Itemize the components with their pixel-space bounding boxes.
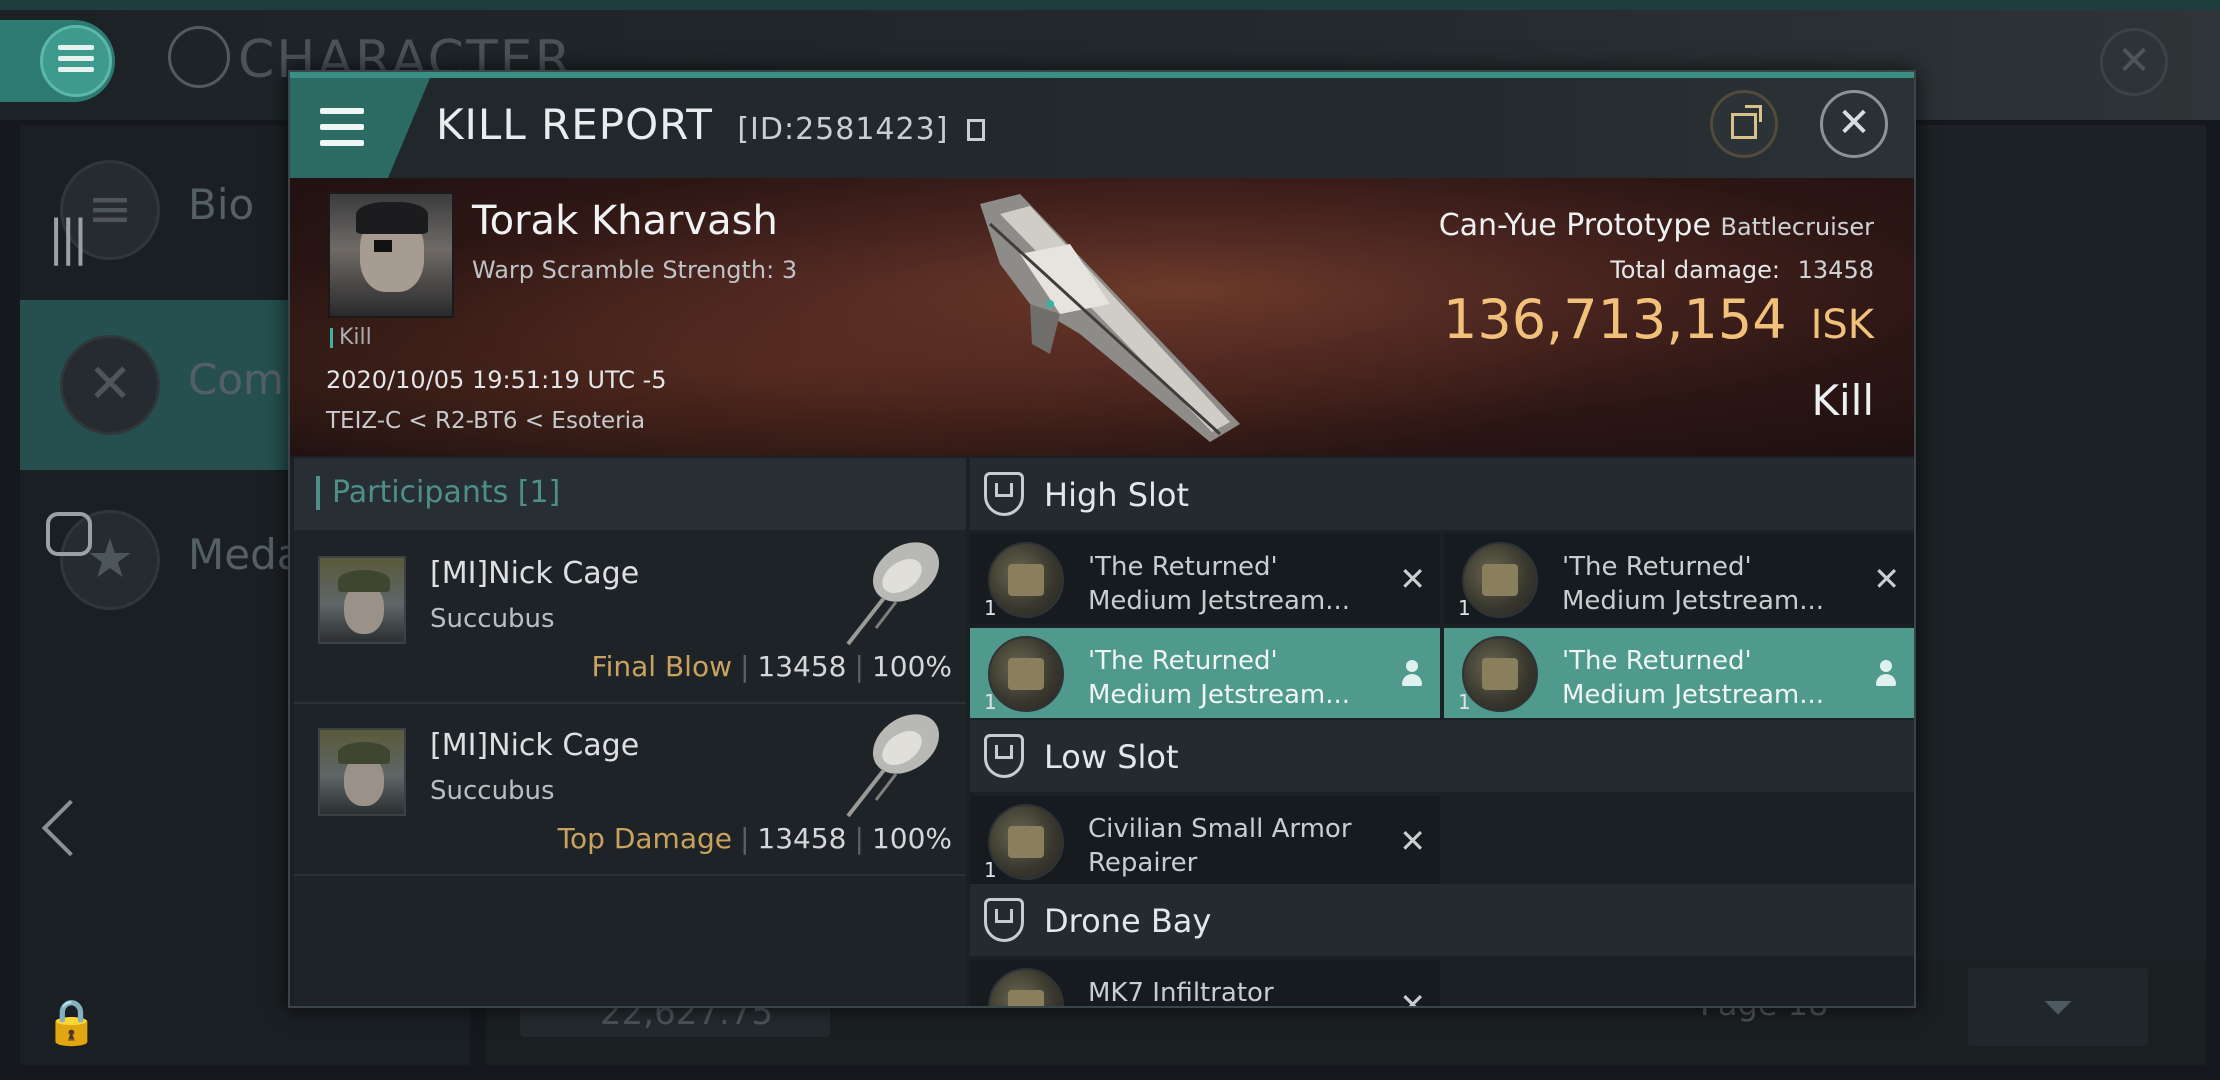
participant-percent: 100% — [871, 822, 952, 855]
warp-scramble-strength: Warp Scramble Strength: 3 — [472, 256, 798, 284]
filter-button[interactable]: ⏷ — [1968, 968, 2148, 1046]
menu-icon — [58, 45, 94, 78]
participants-title: Participants [1] — [316, 476, 560, 510]
kill-report-title: KILL REPORT [ID:2581423] — [436, 100, 985, 149]
fittings-panel: High Slot 1 'The Returned' Medium Jetstre… — [970, 458, 1914, 1008]
low-slot-header: Low Slot — [970, 720, 1914, 792]
vitruvian-icon — [168, 26, 230, 88]
participant-stats: Final Blow | 13458 | 100% — [591, 650, 952, 683]
title-text: KILL REPORT — [436, 100, 713, 149]
module-item[interactable]: 1 'The Returned' Medium Jetstream... ✕ — [970, 534, 1440, 624]
victim-portrait[interactable] — [328, 192, 454, 318]
module-icon — [1462, 636, 1538, 712]
recent-apps-icon[interactable]: ||| — [48, 210, 88, 266]
total-damage: Total damage: 13458 — [1610, 256, 1874, 284]
report-id: [ID:2581423] — [737, 112, 949, 147]
module-icon — [988, 804, 1064, 880]
ship-type: Can-Yue Prototype Battlecruiser — [1439, 208, 1874, 243]
participant-ship: Succubus — [430, 604, 555, 634]
module-item[interactable]: 1 MK7 Infiltrator ✕ — [970, 960, 1440, 1008]
module-qty: 1 — [984, 596, 997, 620]
kill-result: Kill — [1811, 376, 1874, 425]
participant-damage: 13458 — [757, 650, 847, 683]
module-name: Civilian Small Armor Repairer — [1088, 814, 1352, 878]
top-accent-bar — [0, 0, 2220, 10]
participant-percent: 100% — [871, 650, 952, 683]
main-menu-button[interactable] — [0, 20, 115, 102]
participant-damage: 13458 — [757, 822, 847, 855]
destroyed-icon: ✕ — [1399, 560, 1426, 598]
participant-ship: Succubus — [430, 776, 555, 806]
participant-role: Final Blow — [591, 650, 732, 683]
kill-tag: Kill — [330, 327, 372, 349]
participants-header: Participants [1] — [294, 458, 966, 530]
module-item[interactable]: 1 'The Returned' Medium Jetstream... ✕ — [1444, 534, 1914, 624]
module-item[interactable]: 1 'The Returned' Medium Jetstream... — [970, 628, 1440, 718]
total-damage-label: Total damage: — [1610, 256, 1780, 284]
module-icon — [988, 968, 1064, 1006]
participant-stats: Top Damage | 13458 | 100% — [557, 822, 952, 855]
module-item[interactable]: 1 Civilian Small Armor Repairer ✕ — [970, 796, 1440, 886]
slot-label: Low Slot — [1044, 738, 1179, 776]
module-qty: 1 — [984, 858, 997, 882]
destroyed-icon: ✕ — [1399, 822, 1426, 860]
participant-name: [MI]Nick Cage — [430, 556, 640, 591]
succubus-ship-image — [846, 714, 940, 818]
screen-lock-icon[interactable]: 🔒 — [44, 996, 100, 1052]
succubus-ship-image — [846, 542, 940, 646]
module-name: MK7 Infiltrator — [1088, 978, 1274, 1008]
isk-amount: 136,713,154 — [1443, 288, 1787, 351]
low-slot-icon — [984, 734, 1024, 778]
destroyed-icon: ✕ — [1873, 560, 1900, 598]
ship-name: Can-Yue Prototype — [1438, 208, 1711, 243]
isk-unit: ISK — [1810, 302, 1874, 348]
victim-banner: Torak Kharvash Warp Scramble Strength: 3… — [290, 178, 1914, 456]
module-qty: 1 — [1458, 596, 1471, 620]
module-icon — [1462, 542, 1538, 618]
module-item[interactable]: 1 'The Returned' Medium Jetstream... — [1444, 628, 1914, 718]
battlecruiser-ship-image — [980, 194, 1240, 442]
victim-name: Torak Kharvash — [472, 198, 778, 244]
kill-datetime: 2020/10/05 19:51:19 UTC -5 — [326, 366, 667, 394]
module-name: 'The Returned' Medium Jetstream... — [1088, 646, 1350, 710]
participant-row[interactable]: [MI]Nick Cage Succubus Final Blow | 13458 |… — [294, 532, 966, 704]
module-name: 'The Returned' Medium Jetstream... — [1088, 552, 1350, 616]
total-damage-value: 13458 — [1797, 256, 1874, 284]
character-close-button[interactable]: ✕ — [2100, 28, 2168, 96]
sidebar-item-label: Bio — [188, 180, 255, 229]
dropped-person-icon — [1402, 660, 1422, 686]
module-qty: 1 — [1458, 690, 1471, 714]
close-button[interactable]: ✕ — [1820, 90, 1888, 158]
ship-class: Battlecruiser — [1720, 213, 1874, 241]
participant-role: Top Damage — [557, 822, 732, 855]
destroyed-icon: ✕ — [1399, 986, 1426, 1008]
module-qty: 1 — [984, 690, 997, 714]
participants-panel: Participants [1] [MI]Nick Cage Succubus … — [294, 458, 966, 1006]
slot-label: Drone Bay — [1044, 902, 1212, 940]
sidebar-item-label: Meda — [188, 530, 303, 579]
participant-portrait[interactable] — [318, 728, 406, 816]
copy-icon[interactable] — [966, 119, 985, 141]
participant-portrait[interactable] — [318, 556, 406, 644]
high-slot-icon — [984, 472, 1024, 516]
module-icon — [988, 542, 1064, 618]
isk-value: 136,713,154 ISK — [1443, 288, 1874, 351]
participant-row[interactable]: [MI]Nick Cage Succubus Top Damage | 13458 |… — [294, 704, 966, 876]
share-button[interactable] — [1710, 90, 1778, 158]
kill-report-modal: KILL REPORT [ID:2581423] ✕ Torak Kharvas… — [288, 70, 1916, 1008]
home-icon[interactable] — [46, 512, 92, 556]
drone-bay-icon — [984, 898, 1024, 942]
module-name: 'The Returned' Medium Jetstream... — [1562, 552, 1824, 616]
module-name: 'The Returned' Medium Jetstream... — [1562, 646, 1824, 710]
dropped-person-icon — [1876, 660, 1896, 686]
slot-label: High Slot — [1044, 476, 1190, 514]
swords-icon: ✕ — [60, 335, 160, 435]
kill-location: TEIZ-C < R2-BT6 < Esoteria — [326, 408, 646, 434]
module-icon — [988, 636, 1064, 712]
high-slot-header: High Slot — [970, 458, 1914, 530]
participant-name: [MI]Nick Cage — [430, 728, 640, 763]
drone-bay-header: Drone Bay — [970, 884, 1914, 956]
